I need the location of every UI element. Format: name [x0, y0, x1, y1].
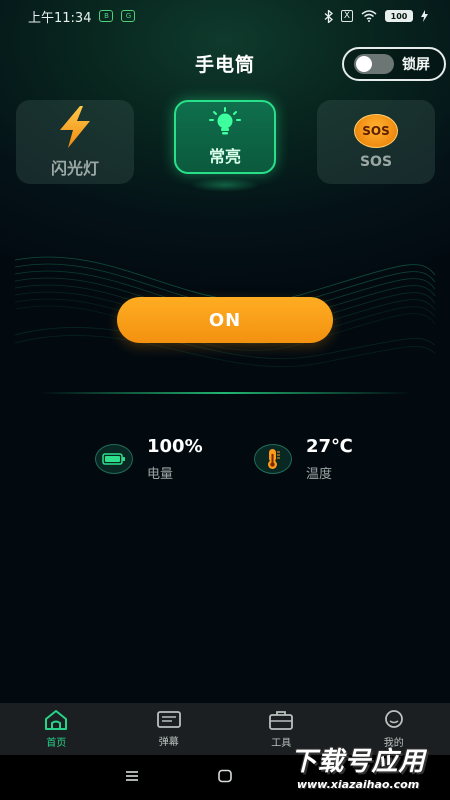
temperature-label: 温度 [306, 467, 333, 482]
battery-status-icon: 100 [385, 10, 413, 22]
notification-badge-icon: B [99, 10, 114, 22]
charging-icon [421, 10, 428, 22]
battery-stat: 100% 电量 [95, 436, 203, 482]
active-mode-glow [190, 178, 260, 192]
nav-item-home[interactable]: 首页 [0, 703, 113, 755]
nav-label-home: 首页 [46, 738, 67, 749]
wifi-icon [361, 10, 377, 22]
thermometer-icon [254, 444, 292, 474]
battery-icon [95, 444, 133, 474]
danmaku-icon [156, 711, 181, 728]
temperature-stat: 27℃ 温度 [254, 436, 353, 482]
lock-switch-track[interactable] [354, 54, 394, 74]
status-bar: 上午11:34 B G X 100 [0, 0, 450, 32]
lock-switch-knob [356, 56, 372, 72]
bluetooth-icon [324, 9, 333, 23]
mode-sos-button[interactable]: SOS SOS [317, 100, 435, 184]
mode-steady-button[interactable]: 常亮 [174, 100, 276, 174]
lightning-icon [60, 106, 90, 148]
mode-steady-label: 常亮 [208, 147, 241, 166]
power-on-button[interactable]: ON [117, 297, 333, 343]
sos-icon: SOS [354, 114, 398, 148]
lock-screen-toggle[interactable]: 锁屏 [342, 47, 446, 81]
watermark-url: www.xiazaihao.com [296, 778, 420, 791]
battery-label: 电量 [147, 467, 174, 482]
nav-item-danmaku[interactable]: 弹幕 [113, 703, 226, 755]
temperature-value: 27℃ [306, 436, 353, 457]
toolbox-icon [269, 711, 294, 730]
status-time: 上午11:34 [28, 10, 92, 26]
menu-icon[interactable] [124, 769, 140, 783]
watermark-logo: 下载号应用 www.xiazaihao.com [268, 738, 448, 794]
lock-screen-label: 锁屏 [402, 57, 430, 73]
home-icon [45, 710, 68, 730]
sim-icon: X [340, 10, 353, 22]
bulb-icon [209, 107, 241, 135]
mode-sos-label: SOS [359, 154, 393, 170]
battery-value: 100% [147, 436, 203, 457]
watermark-text: 下载号应用 [290, 747, 426, 777]
mode-flash-label: 闪光灯 [50, 159, 99, 178]
profile-icon [384, 710, 403, 728]
home-square-icon[interactable] [217, 769, 233, 783]
notification-badge-icon: G [121, 10, 136, 22]
nav-label-danmaku: 弹幕 [158, 737, 179, 748]
glow-divider [40, 392, 410, 394]
flashlight-screen: 上午11:34 B G X 100 手电筒 锁屏 闪光灯 常亮 SOS SOS … [0, 0, 450, 800]
mode-flash-button[interactable]: 闪光灯 [16, 100, 134, 184]
